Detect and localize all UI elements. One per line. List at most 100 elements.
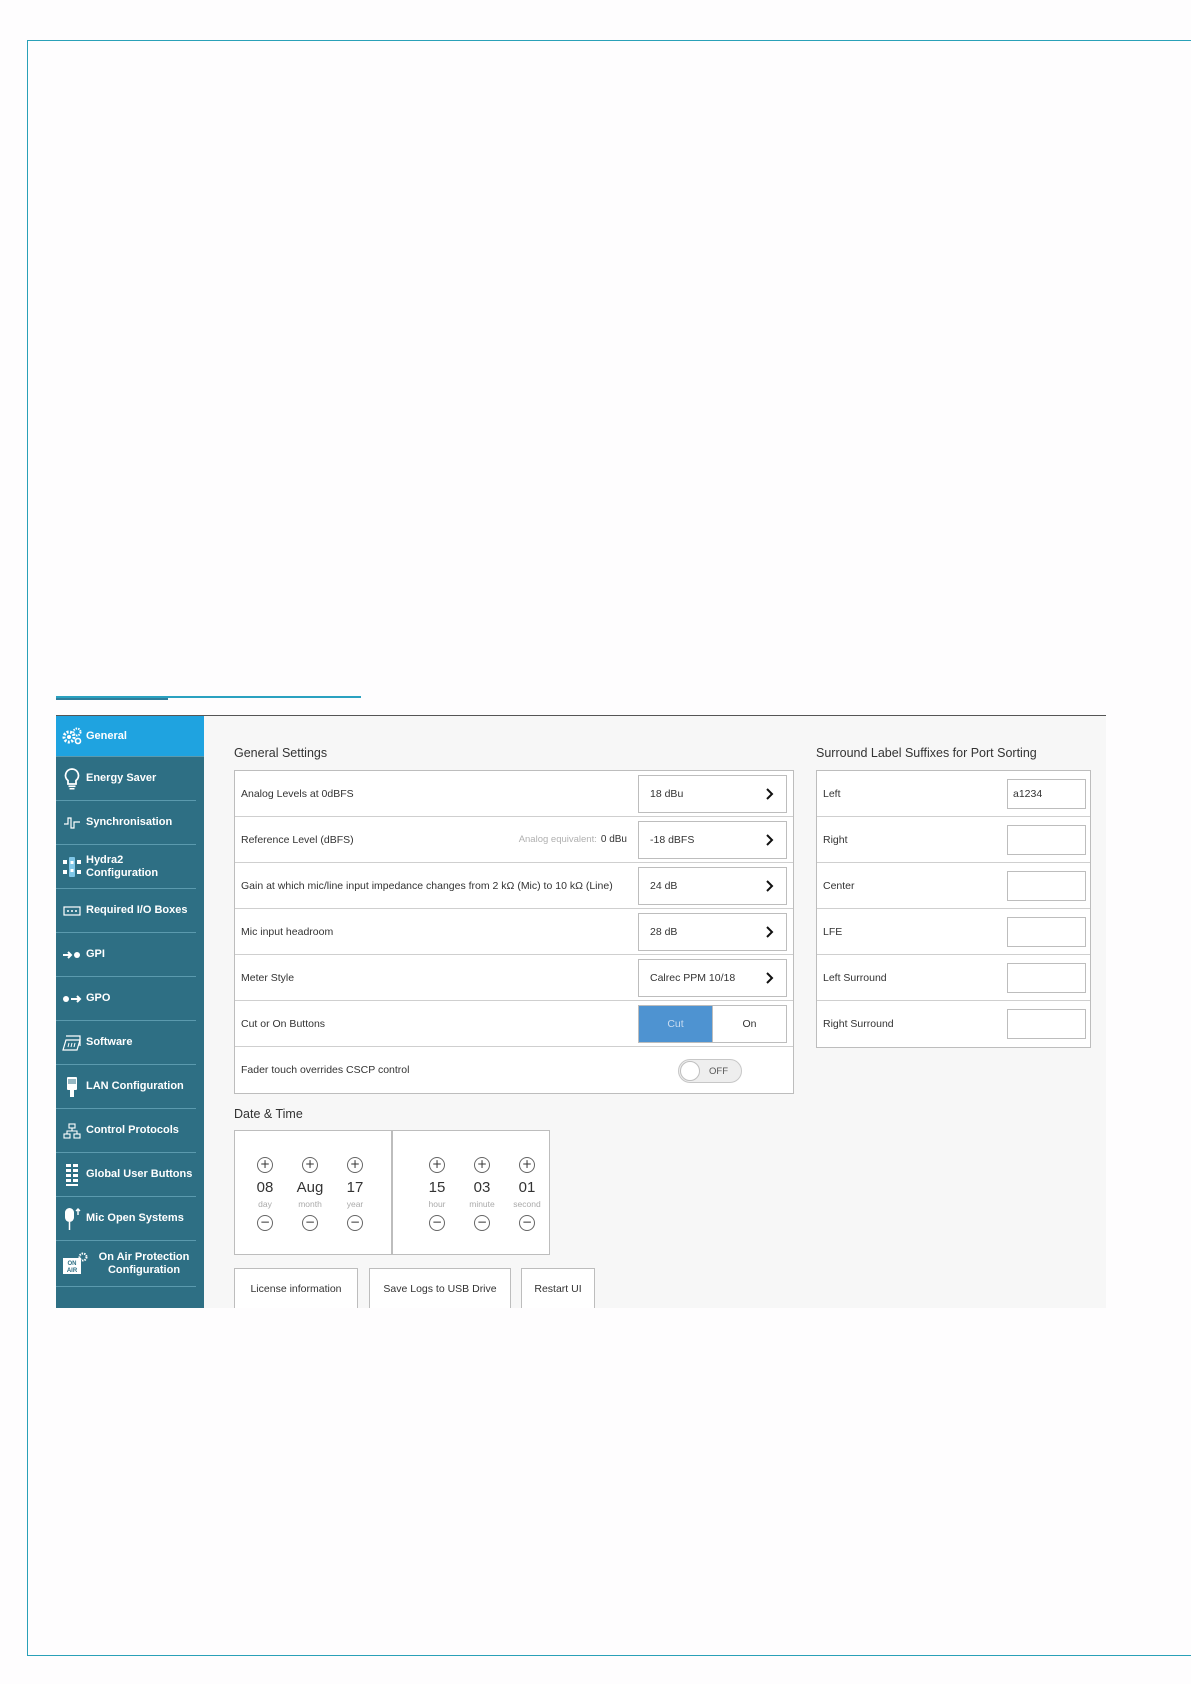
analog-levels-selector[interactable]: 18 dBu xyxy=(638,775,787,813)
month-value: Aug xyxy=(296,1179,324,1196)
surround-label: LFE xyxy=(823,925,843,938)
setting-row-fader-touch: Fader touch overrides CSCP control OFF xyxy=(235,1047,793,1093)
minus-icon[interactable]: − xyxy=(474,1215,490,1231)
software-icon xyxy=(62,1032,82,1054)
month-unit: month xyxy=(298,1199,322,1209)
sidebar-item-energy-saver[interactable]: Energy Saver xyxy=(56,757,196,801)
lan-plug-icon xyxy=(62,1076,82,1098)
toggle-knob xyxy=(680,1061,700,1081)
surround-row-right-surround: Right Surround xyxy=(817,1001,1090,1047)
plus-icon[interactable]: + xyxy=(347,1157,363,1173)
sidebar-item-gpi[interactable]: GPI xyxy=(56,933,196,977)
sidebar-item-label: Energy Saver xyxy=(86,772,157,784)
surround-center-input[interactable] xyxy=(1007,871,1086,901)
general-settings-title: General Settings xyxy=(234,746,328,760)
reference-level-selector[interactable]: -18 dBFS xyxy=(638,821,787,859)
svg-text:AIR: AIR xyxy=(67,1268,78,1274)
second-value: 01 xyxy=(518,1179,536,1196)
minus-icon[interactable]: − xyxy=(347,1215,363,1231)
sidebar-item-label: Required I/O Boxes xyxy=(86,904,188,916)
surround-label: Right xyxy=(823,833,848,846)
setting-row-meter-style: Meter Style Calrec PPM 10/18 xyxy=(235,955,793,1001)
surround-row-left: Left xyxy=(817,771,1090,817)
toggle-state: OFF xyxy=(709,1066,728,1077)
sidebar-item-mic-open-systems[interactable]: Mic Open Systems xyxy=(56,1197,196,1241)
year-unit: year xyxy=(346,1199,364,1209)
io-box-icon xyxy=(62,900,82,922)
surround-left-surround-input[interactable] xyxy=(1007,963,1086,993)
minus-icon[interactable]: − xyxy=(429,1215,445,1231)
on-option-button[interactable]: On xyxy=(712,1006,786,1042)
sidebar-item-label: Global User Buttons xyxy=(86,1168,193,1180)
surround-title: Surround Label Suffixes for Port Sorting xyxy=(816,746,1037,760)
save-logs-button[interactable]: Save Logs to USB Drive xyxy=(369,1268,511,1308)
cut-option-button[interactable]: Cut xyxy=(639,1006,712,1042)
hour-unit: hour xyxy=(428,1199,446,1209)
surround-right-input[interactable] xyxy=(1007,825,1086,855)
setting-row-mic-headroom: Mic input headroom 28 dB xyxy=(235,909,793,955)
header-rule-accent xyxy=(56,698,168,700)
sidebar-item-software[interactable]: Software xyxy=(56,1021,196,1065)
meter-style-selector[interactable]: Calrec PPM 10/18 xyxy=(638,959,787,997)
surround-right-surround-input[interactable] xyxy=(1007,1009,1086,1039)
setting-row-impedance-gain: Gain at which mic/line input impedance c… xyxy=(235,863,793,909)
sidebar-item-synchronisation[interactable]: Synchronisation xyxy=(56,801,196,845)
sidebar-item-label: Control Protocols xyxy=(86,1124,179,1136)
plus-icon[interactable]: + xyxy=(474,1157,490,1173)
sidebar-item-control-protocols[interactable]: Control Protocols xyxy=(56,1109,196,1153)
sidebar-item-label: General xyxy=(86,729,127,742)
surround-lfe-input[interactable] xyxy=(1007,917,1086,947)
mic-headroom-selector[interactable]: 28 dB xyxy=(638,913,787,951)
minus-icon[interactable]: − xyxy=(519,1215,535,1231)
setting-value: 24 dB xyxy=(650,880,678,892)
setting-value: 18 dBu xyxy=(650,788,684,800)
gears-icon xyxy=(62,725,82,747)
chevron-right-icon xyxy=(766,834,774,846)
sidebar: General Energy Saver Synchronisation Hyd… xyxy=(56,716,204,1308)
sidebar-item-label: Software xyxy=(86,1036,133,1048)
on-air-icon: ON AIR xyxy=(62,1252,88,1275)
hour-value: 15 xyxy=(428,1179,446,1196)
chevron-right-icon xyxy=(766,972,774,984)
sidebar-item-hydra2-configuration[interactable]: Hydra2 Configuration xyxy=(56,845,196,889)
sidebar-item-label: Mic Open Systems xyxy=(86,1212,184,1224)
plus-icon[interactable]: + xyxy=(429,1157,445,1173)
minute-value: 03 xyxy=(473,1179,491,1196)
time-picker: + 15 hour − + 03 minute − + 01 second − xyxy=(392,1130,550,1255)
surround-left-input[interactable] xyxy=(1007,779,1086,809)
fader-touch-toggle[interactable]: OFF xyxy=(678,1059,742,1083)
control-protocols-icon xyxy=(62,1120,82,1142)
sidebar-item-gpo[interactable]: GPO xyxy=(56,977,196,1021)
cut-on-segmented-control: Cut On xyxy=(638,1005,787,1043)
setting-value: -18 dBFS xyxy=(650,834,695,846)
sidebar-item-on-air-protection[interactable]: ON AIR On Air Protection Configuration xyxy=(56,1241,196,1287)
surround-table: Left Right Center LFE Left Surround Righ… xyxy=(816,770,1091,1048)
gpi-arrow-icon xyxy=(62,944,82,966)
license-information-button[interactable]: License information xyxy=(234,1268,358,1308)
sidebar-item-global-user-buttons[interactable]: Global User Buttons xyxy=(56,1153,196,1197)
minus-icon[interactable]: − xyxy=(257,1215,273,1231)
sidebar-item-label: Hydra2 Configuration xyxy=(86,853,159,879)
plus-icon[interactable]: + xyxy=(302,1157,318,1173)
sidebar-item-lan-configuration[interactable]: LAN Configuration xyxy=(56,1065,196,1109)
sidebar-item-general[interactable]: General xyxy=(56,716,204,757)
minus-icon[interactable]: − xyxy=(302,1215,318,1231)
sidebar-item-label: On Air Protection Configuration xyxy=(98,1250,190,1276)
restart-ui-button[interactable]: Restart UI xyxy=(521,1268,595,1308)
lightbulb-icon xyxy=(62,767,82,790)
microphone-icon xyxy=(62,1207,82,1230)
plus-icon[interactable]: + xyxy=(519,1157,535,1173)
hint-label: Analog equivalent: xyxy=(518,834,597,845)
surround-row-lfe: LFE xyxy=(817,909,1090,955)
chevron-right-icon xyxy=(766,926,774,938)
sidebar-item-label: LAN Configuration xyxy=(86,1080,184,1092)
second-unit: second xyxy=(513,1199,541,1209)
year-value: 17 xyxy=(346,1179,364,1196)
surround-row-right: Right xyxy=(817,817,1090,863)
setting-row-reference-level: Reference Level (dBFS) Analog equivalent… xyxy=(235,817,793,863)
impedance-gain-selector[interactable]: 24 dB xyxy=(638,867,787,905)
sidebar-item-required-io-boxes[interactable]: Required I/O Boxes xyxy=(56,889,196,933)
surround-row-left-surround: Left Surround xyxy=(817,955,1090,1001)
surround-label: Left xyxy=(823,787,841,800)
plus-icon[interactable]: + xyxy=(257,1157,273,1173)
